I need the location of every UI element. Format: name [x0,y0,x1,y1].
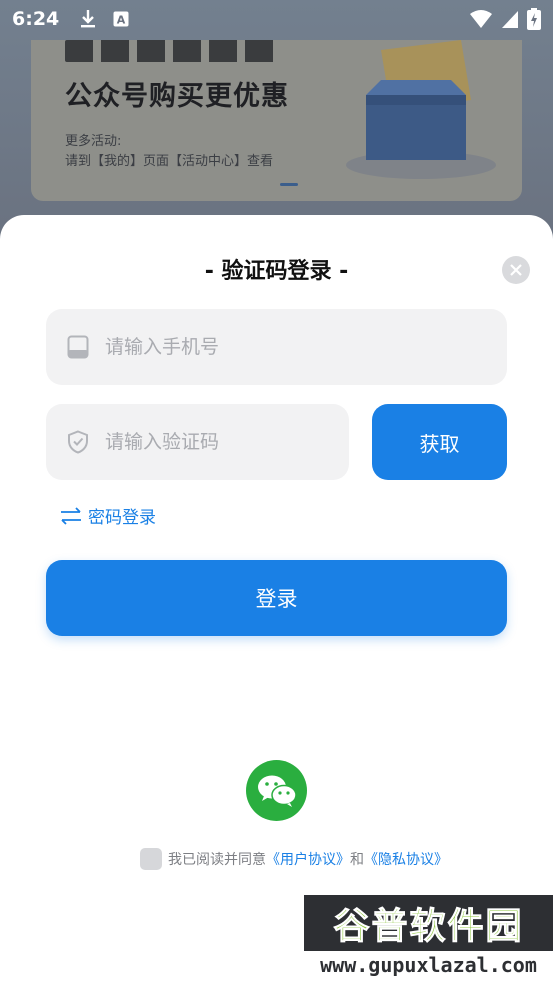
phone-input[interactable] [105,336,405,358]
login-button[interactable]: 登录 [46,560,507,636]
sheet-title: - 验证码登录 - [204,259,349,284]
watermark-title: 谷普软件园 [333,906,524,948]
promo-banner[interactable]: 公众号购买更优惠 更多活动: 请到【我的】页面【活动中心】查看 [31,40,522,201]
wechat-icon [257,775,297,807]
verification-code-input[interactable] [105,431,305,453]
battery-icon [527,8,541,30]
close-button[interactable] [502,256,530,284]
password-login-link[interactable]: 密码登录 [60,503,156,528]
site-watermark: 谷普软件园 www.gupuxlazal.com [304,895,553,979]
wechat-login-button[interactable] [246,760,307,821]
banner-title: 公众号购买更优惠 [65,81,289,112]
banner-description: 请到【我的】页面【活动中心】查看 [65,154,274,169]
status-time: 6:24 [12,8,60,30]
watermark-logo: 谷普软件园 [304,895,553,951]
carousel-indicator [280,183,298,186]
get-code-button[interactable]: 获取 [372,404,507,480]
agreement-and: 和 [350,852,364,868]
phone-field[interactable] [46,309,507,385]
swap-icon [61,506,81,525]
watermark-url: www.gupuxlazal.com [320,953,537,977]
phone-icon [67,335,91,359]
font-app-icon: A [113,11,129,27]
banner-subtitle: 更多活动: [65,134,122,149]
banner-title-cropped [65,40,275,62]
code-field[interactable] [46,404,349,480]
gift-box-illustration [346,40,496,179]
password-login-label: 密码登录 [88,508,156,528]
login-sheet: - 验证码登录 - 获取 密码登录 登录 [0,215,553,984]
svg-text:A: A [117,14,126,27]
agreement-row: 我已阅读并同意 《用户协议》 和 《隐私协议》 [140,848,448,870]
close-icon [510,264,522,276]
privacy-policy-link[interactable]: 《隐私协议》 [364,849,448,869]
download-icon [81,10,96,28]
agreement-checkbox[interactable] [140,848,162,870]
shield-icon [67,430,91,454]
user-agreement-link[interactable]: 《用户协议》 [266,849,350,869]
signal-icon [502,11,518,28]
status-bar: 6:24 A [0,0,553,38]
wifi-icon [470,10,492,28]
agreement-prefix: 我已阅读并同意 [168,852,266,868]
